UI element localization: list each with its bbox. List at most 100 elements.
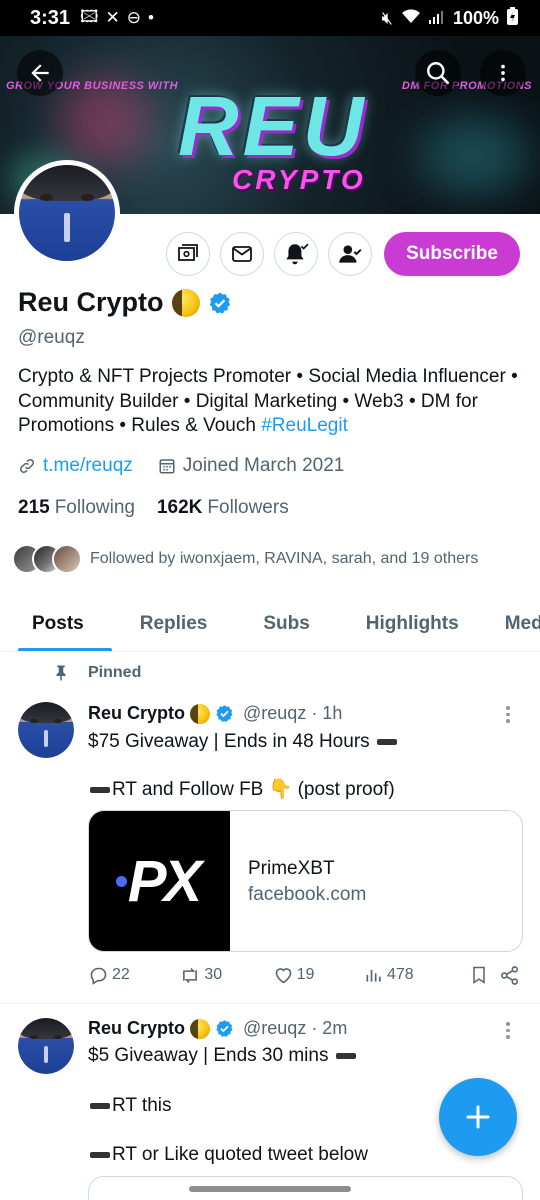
post-divider — [0, 1003, 540, 1004]
link-preview-card[interactable]: PX PrimeXBT facebook.com — [88, 810, 523, 952]
signal-icon — [428, 8, 445, 29]
heart-icon — [275, 967, 291, 983]
battery-level: 100% — [452, 7, 499, 28]
post-author-name[interactable]: Reu Crypto — [88, 1018, 185, 1039]
moon-coin-icon — [190, 1018, 211, 1039]
repost-count: 30 — [204, 966, 223, 983]
follower-avatars — [12, 544, 82, 574]
verified-badge-icon — [216, 705, 233, 722]
post-text: $75 Giveaway | Ends in 48 Hours — [88, 729, 518, 754]
dash-emoji-icon — [376, 738, 397, 745]
following-button[interactable] — [328, 232, 372, 276]
follow-stats: 215 Following 162K Followers — [18, 497, 289, 519]
banner-logo-sub: CRYPTO — [232, 164, 366, 195]
tab-media[interactable]: Media — [487, 596, 540, 651]
post-header: Reu Crypto @reuqz · 2m — [88, 1018, 347, 1039]
money-icon — [178, 244, 198, 261]
followed-by-text: Followed by iwonxjaem, RAVINA, sarah, an… — [90, 550, 479, 567]
post-line: RT or Like quoted tweet below — [112, 1144, 368, 1165]
status-bar: 3:31 🖾 ✕ ⊖ • 🔇︎ 100% — [0, 0, 540, 36]
reply-button[interactable]: 22 — [88, 965, 179, 986]
subscribe-button[interactable]: Subscribe — [384, 232, 520, 276]
verified-badge-icon[interactable] — [208, 291, 232, 315]
bookmark-button[interactable] — [469, 964, 499, 986]
dash-emoji-icon — [90, 1102, 110, 1109]
bookmark-icon — [473, 966, 485, 984]
post-avatar[interactable] — [18, 1018, 74, 1074]
dash-emoji-icon — [335, 1052, 356, 1059]
views-button[interactable]: 478 — [364, 965, 469, 985]
post-engagement-bar: 22 30 19 478 — [88, 964, 520, 986]
profile-avatar[interactable] — [14, 160, 120, 266]
card-brand-logo: PX — [127, 848, 202, 914]
post-handle-time: @reuqz · 2m — [243, 1018, 348, 1038]
post-handle-time: @reuqz · 1h — [243, 703, 343, 723]
post-line: $5 Giveaway | Ends 30 mins — [88, 1045, 329, 1066]
status-time: 3:31 — [30, 6, 71, 29]
mute-icon: 🔇︎ — [381, 7, 393, 28]
dot-icon: • — [148, 8, 154, 27]
calendar-icon — [159, 459, 175, 474]
share-icon — [500, 965, 518, 985]
compose-post-button[interactable] — [439, 1078, 517, 1156]
share-button[interactable] — [499, 965, 520, 986]
envelope-icon — [232, 246, 252, 262]
following-label: Following — [54, 497, 135, 518]
moon-coin-icon — [190, 703, 211, 724]
card-thumbnail: PX — [89, 811, 230, 951]
tab-replies[interactable]: Replies — [112, 596, 236, 651]
following-stat[interactable]: 215 Following — [18, 497, 135, 519]
followed-by-row[interactable]: Followed by iwonxjaem, RAVINA, sarah, an… — [12, 544, 478, 574]
profile-handle: @reuqz — [18, 327, 85, 348]
profile-tabs: Posts Replies Subs Highlights Media — [0, 596, 540, 652]
dnd-icon: ⊖ — [126, 8, 142, 27]
pinned-label: Pinned — [88, 664, 142, 681]
search-icon — [427, 62, 450, 85]
avatar — [52, 544, 82, 574]
moon-coin-icon — [171, 288, 200, 317]
gallery-icon: 🖾 — [80, 6, 99, 26]
followers-label: Followers — [207, 497, 289, 518]
card-domain: facebook.com — [248, 884, 367, 905]
post-line: RT and Follow FB — [112, 779, 264, 800]
battery-icon — [507, 6, 518, 30]
post-header: Reu Crypto @reuqz · 1h — [88, 703, 342, 724]
repost-button[interactable]: 30 — [179, 965, 272, 986]
card-title: PrimeXBT — [248, 858, 335, 879]
post-author-name[interactable]: Reu Crypto — [88, 703, 185, 724]
home-indicator[interactable] — [189, 1186, 351, 1192]
tab-posts[interactable]: Posts — [0, 596, 112, 651]
bell-check-icon — [286, 243, 309, 265]
message-button[interactable] — [220, 232, 264, 276]
like-count: 19 — [296, 966, 315, 983]
post-text: RT and Follow FB 👇 (post proof) — [88, 777, 518, 802]
back-arrow-icon — [31, 64, 49, 82]
profile-link[interactable]: t.me/reuqz — [43, 455, 133, 477]
post-more-button[interactable] — [506, 1022, 510, 1039]
tip-button[interactable] — [166, 232, 210, 276]
search-button[interactable] — [415, 50, 461, 96]
more-options-button[interactable] — [480, 50, 526, 96]
dash-emoji-icon — [90, 786, 110, 793]
profile-name-row: Reu Crypto — [18, 287, 232, 318]
link-icon — [19, 458, 35, 474]
back-button[interactable] — [17, 50, 63, 96]
joined-date: Joined March 2021 — [182, 455, 345, 476]
reply-count: 22 — [112, 966, 130, 983]
tab-highlights[interactable]: Highlights — [338, 596, 487, 651]
point-down-emoji-icon: 👇 — [268, 779, 293, 800]
banner-logo: REU — [178, 79, 368, 173]
post-line: $75 Giveaway | Ends in 48 Hours — [88, 731, 370, 752]
repost-icon — [183, 967, 198, 983]
followers-stat[interactable]: 162K Followers — [157, 497, 289, 519]
x-app-icon: ✕ — [105, 8, 120, 27]
notifications-button[interactable] — [274, 232, 318, 276]
tab-subs[interactable]: Subs — [235, 596, 337, 651]
post-more-button[interactable] — [506, 706, 510, 723]
post-avatar[interactable] — [18, 702, 74, 758]
pin-icon — [56, 665, 66, 681]
views-icon — [366, 970, 381, 982]
like-button[interactable]: 19 — [273, 965, 364, 986]
notification-icons: 🖾 ✕ ⊖ • — [80, 4, 154, 33]
bio-hashtag-link[interactable]: #ReuLegit — [261, 415, 348, 436]
